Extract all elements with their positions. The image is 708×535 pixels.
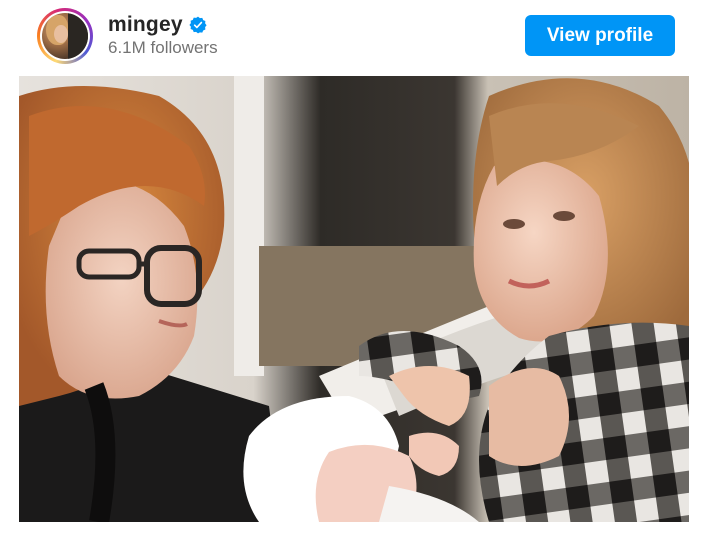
post-header: mingey 6.1M followers View profile bbox=[0, 0, 708, 72]
post-image bbox=[19, 76, 689, 522]
followers-count: 6.1M followers bbox=[108, 38, 218, 57]
instagram-embed: mingey 6.1M followers View profile bbox=[0, 0, 708, 535]
avatar-image bbox=[42, 13, 88, 59]
username-row: mingey bbox=[108, 12, 207, 38]
post-photo[interactable] bbox=[19, 76, 689, 522]
username-link[interactable]: mingey bbox=[108, 13, 183, 37]
view-profile-button[interactable]: View profile bbox=[525, 15, 675, 56]
avatar[interactable] bbox=[37, 8, 93, 64]
verified-badge-icon bbox=[189, 16, 207, 34]
